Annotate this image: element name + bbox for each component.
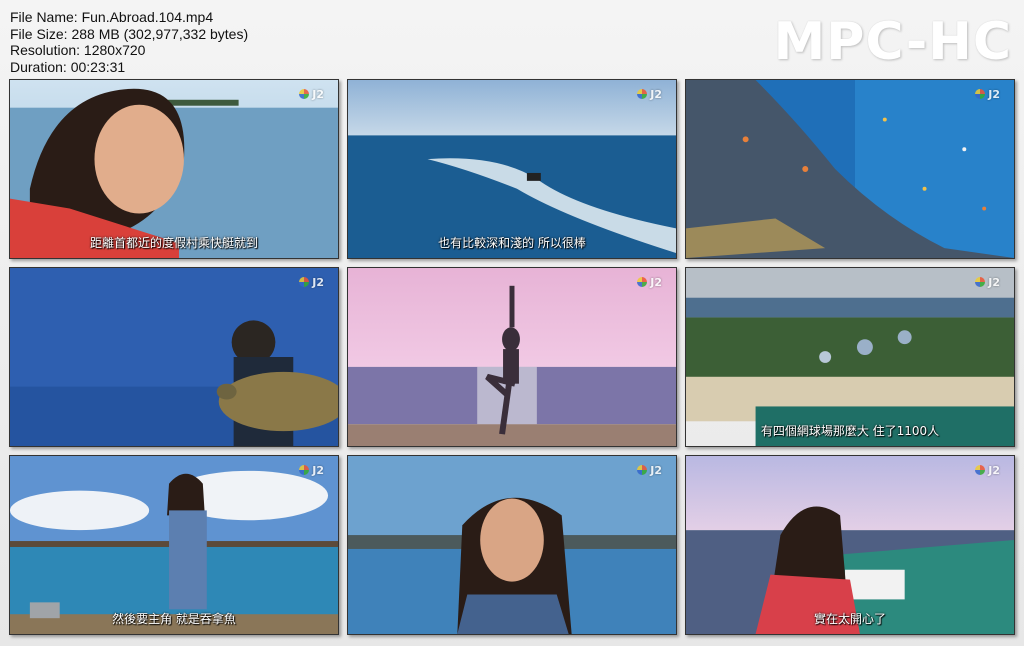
scene-aerial-island-village bbox=[686, 268, 1014, 446]
file-name-line: File Name: Fun.Abroad.104.mp4 bbox=[10, 9, 214, 25]
file-size-line: File Size: 288 MB (302,977,332 bytes) bbox=[10, 25, 249, 42]
tvb-logo-icon bbox=[299, 465, 310, 475]
thumbnail-6[interactable]: J2 有四個網球場那麼大 住了1100人 bbox=[685, 267, 1015, 447]
thumbnail-subtitle: 有四個網球場那麼大 住了1100人 bbox=[760, 424, 940, 438]
channel-logo: J2 bbox=[637, 464, 662, 477]
channel-logo: J2 bbox=[299, 464, 324, 477]
tvb-logo-icon bbox=[637, 277, 648, 287]
tvb-logo-icon bbox=[637, 89, 648, 99]
scene-yoga-pose-at-sunset bbox=[348, 268, 676, 446]
tvb-logo-icon bbox=[975, 277, 986, 287]
channel-logo: J2 bbox=[637, 276, 662, 289]
tvb-logo-icon bbox=[975, 465, 986, 475]
channel-logo: J2 bbox=[975, 464, 1000, 477]
channel-logo: J2 bbox=[975, 276, 1000, 289]
scene-woman-smiling-water-villas bbox=[348, 456, 676, 634]
tvb-logo-icon bbox=[299, 89, 310, 99]
scene-woman-on-boat-deck bbox=[686, 456, 1014, 634]
thumbnail-3[interactable]: J2 bbox=[685, 79, 1015, 259]
thumbnail-8[interactable]: J2 bbox=[347, 455, 677, 635]
thumbnail-1[interactable]: J2 距離首都近的度假村乘快艇就到 bbox=[9, 79, 339, 259]
file-info-block: File Name: Fun.Abroad.104.mp4 File Size:… bbox=[10, 9, 248, 75]
channel-logo: J2 bbox=[975, 88, 1000, 101]
thumbnail-2[interactable]: J2 也有比較深和淺的 所以很棒 bbox=[347, 79, 677, 259]
duration-line: Duration: 00:23:31 bbox=[10, 58, 126, 75]
scene-woman-cooking-outdoors bbox=[10, 456, 338, 634]
tvb-logo-icon bbox=[637, 465, 648, 475]
thumbnail-subtitle: 距離首都近的度假村乘快艇就到 bbox=[89, 236, 258, 250]
thumbnail-5[interactable]: J2 bbox=[347, 267, 677, 447]
resolution-line: Resolution: 1280x720 bbox=[10, 42, 146, 58]
channel-logo: J2 bbox=[299, 88, 324, 101]
thumbnail-9[interactable]: J2 實在太開心了 bbox=[685, 455, 1015, 635]
thumbnail-4[interactable]: J2 bbox=[9, 267, 339, 447]
scene-woman-laughing-on-boat bbox=[10, 80, 338, 258]
thumbnail-7[interactable]: J2 然後要主角 就是吞拿魚 bbox=[9, 455, 339, 635]
thumbnail-subtitle: 也有比較深和淺的 所以很棒 bbox=[438, 236, 586, 250]
thumbnail-subtitle: 然後要主角 就是吞拿魚 bbox=[112, 612, 236, 626]
mpc-hc-watermark: MPC-HC bbox=[773, 12, 1012, 72]
scene-coral-reef-fish bbox=[686, 80, 1014, 258]
tvb-logo-icon bbox=[299, 277, 310, 287]
channel-logo: J2 bbox=[299, 276, 324, 289]
tvb-logo-icon bbox=[975, 89, 986, 99]
scene-diver-with-turtle bbox=[10, 268, 338, 446]
thumbnail-subtitle: 實在太開心了 bbox=[813, 612, 886, 626]
channel-logo: J2 bbox=[637, 88, 662, 101]
scene-jet-ski-on-ocean bbox=[348, 80, 676, 258]
